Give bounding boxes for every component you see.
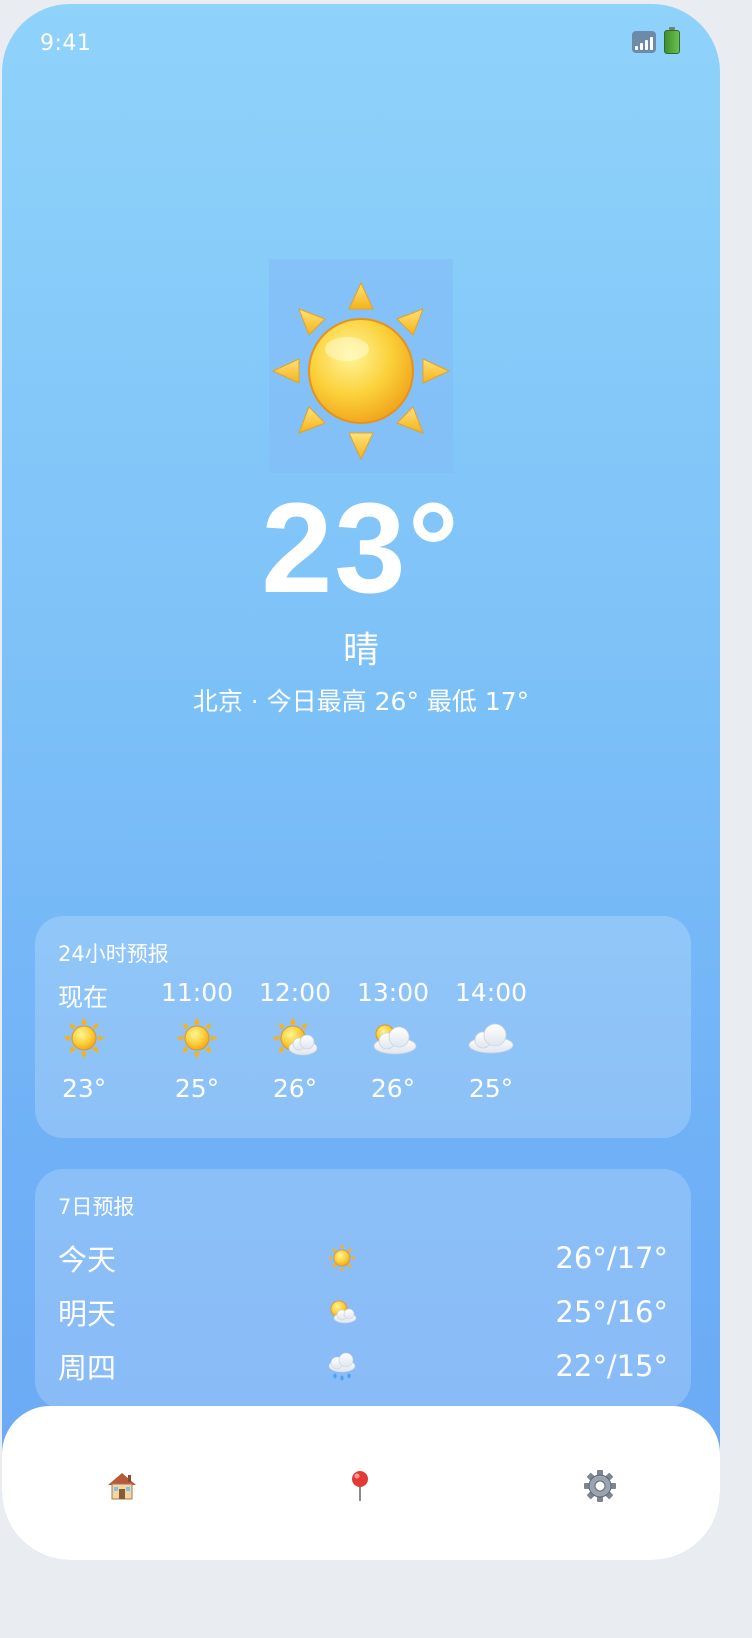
signal-icon: [632, 31, 656, 53]
hourly-time: 12:00: [258, 978, 332, 1007]
daily-range: 26°/17°: [555, 1241, 668, 1275]
hourly-time: 现在: [58, 983, 109, 1012]
hourly-temp: 25°: [468, 1074, 514, 1103]
hourly-item: 现在 23°: [58, 978, 110, 1103]
current-condition: 晴: [342, 630, 379, 671]
gear-icon: [584, 1470, 616, 1502]
hourly-temp: 25°: [174, 1074, 220, 1103]
hourly-item: 13:00 26°: [344, 978, 442, 1103]
sun-behind-cloud-icon: [318, 1297, 366, 1327]
sun-behind-cloud-icon: [344, 1010, 442, 1066]
hourly-time: 11:00: [160, 978, 234, 1007]
tab-settings[interactable]: [580, 1466, 620, 1506]
tab-home[interactable]: [102, 1466, 142, 1506]
hourly-time: 13:00: [356, 978, 430, 1007]
hourly-forecast-title: 24小时预报: [58, 942, 169, 966]
sun-icon: [269, 259, 453, 473]
daily-forecast-card[interactable]: 7日预报 今天 26°/17° 明天 25°/16° 周四 22°/15°: [35, 1169, 691, 1409]
daily-day: 明天: [58, 1297, 117, 1331]
daily-row[interactable]: 周四 22°/15°: [58, 1339, 668, 1393]
hourly-forecast-card[interactable]: 24小时预报 现在 23° 11:00 25° 12:00 26° 13:00 …: [35, 916, 691, 1138]
battery-icon: [664, 27, 680, 54]
hourly-time: 14:00: [454, 978, 528, 1007]
rain-cloud-icon: [318, 1350, 366, 1382]
house-icon: [108, 1473, 136, 1500]
tab-bar: [2, 1406, 720, 1560]
daily-range: 22°/15°: [555, 1349, 668, 1383]
sun-behind-small-cloud-icon: [246, 1010, 344, 1066]
location-summary: 北京 · 今日最高 26° 最低 17°: [192, 687, 530, 717]
hourly-temp: 23°: [62, 1074, 107, 1103]
daily-row[interactable]: 明天 25°/16°: [58, 1285, 668, 1339]
status-bar: 9:41: [2, 4, 720, 84]
sun-icon: [148, 1010, 246, 1066]
status-icons: [632, 27, 680, 54]
hourly-forecast-list[interactable]: 现在 23° 11:00 25° 12:00 26° 13:00 26° 14:…: [58, 978, 668, 1103]
location-pin-icon: [352, 1471, 368, 1501]
weather-screen: 9:41 23° 晴 北京 · 今日最高 26° 最低 17° 24小时预报 现…: [2, 4, 720, 1560]
daily-range: 25°/16°: [555, 1295, 668, 1329]
hourly-item: 14:00 25°: [442, 978, 540, 1103]
daily-day: 今天: [58, 1243, 117, 1277]
daily-forecast-title: 7日预报: [58, 1195, 135, 1219]
hourly-temp: 26°: [370, 1074, 416, 1103]
hourly-temp: 26°: [272, 1074, 318, 1103]
tab-location[interactable]: [340, 1466, 380, 1506]
current-temperature: 23°: [261, 477, 461, 620]
sun-icon: [58, 1010, 110, 1066]
hourly-item: 12:00 26°: [246, 978, 344, 1103]
status-time: 9:41: [40, 31, 92, 56]
hourly-item: 11:00 25°: [148, 978, 246, 1103]
sun-icon: [318, 1243, 366, 1273]
cloud-icon: [442, 1010, 540, 1066]
daily-row[interactable]: 今天 26°/17°: [58, 1231, 668, 1285]
daily-day: 周四: [58, 1351, 117, 1385]
current-weather: 23° 晴 北京 · 今日最高 26° 最低 17°: [2, 259, 720, 718]
